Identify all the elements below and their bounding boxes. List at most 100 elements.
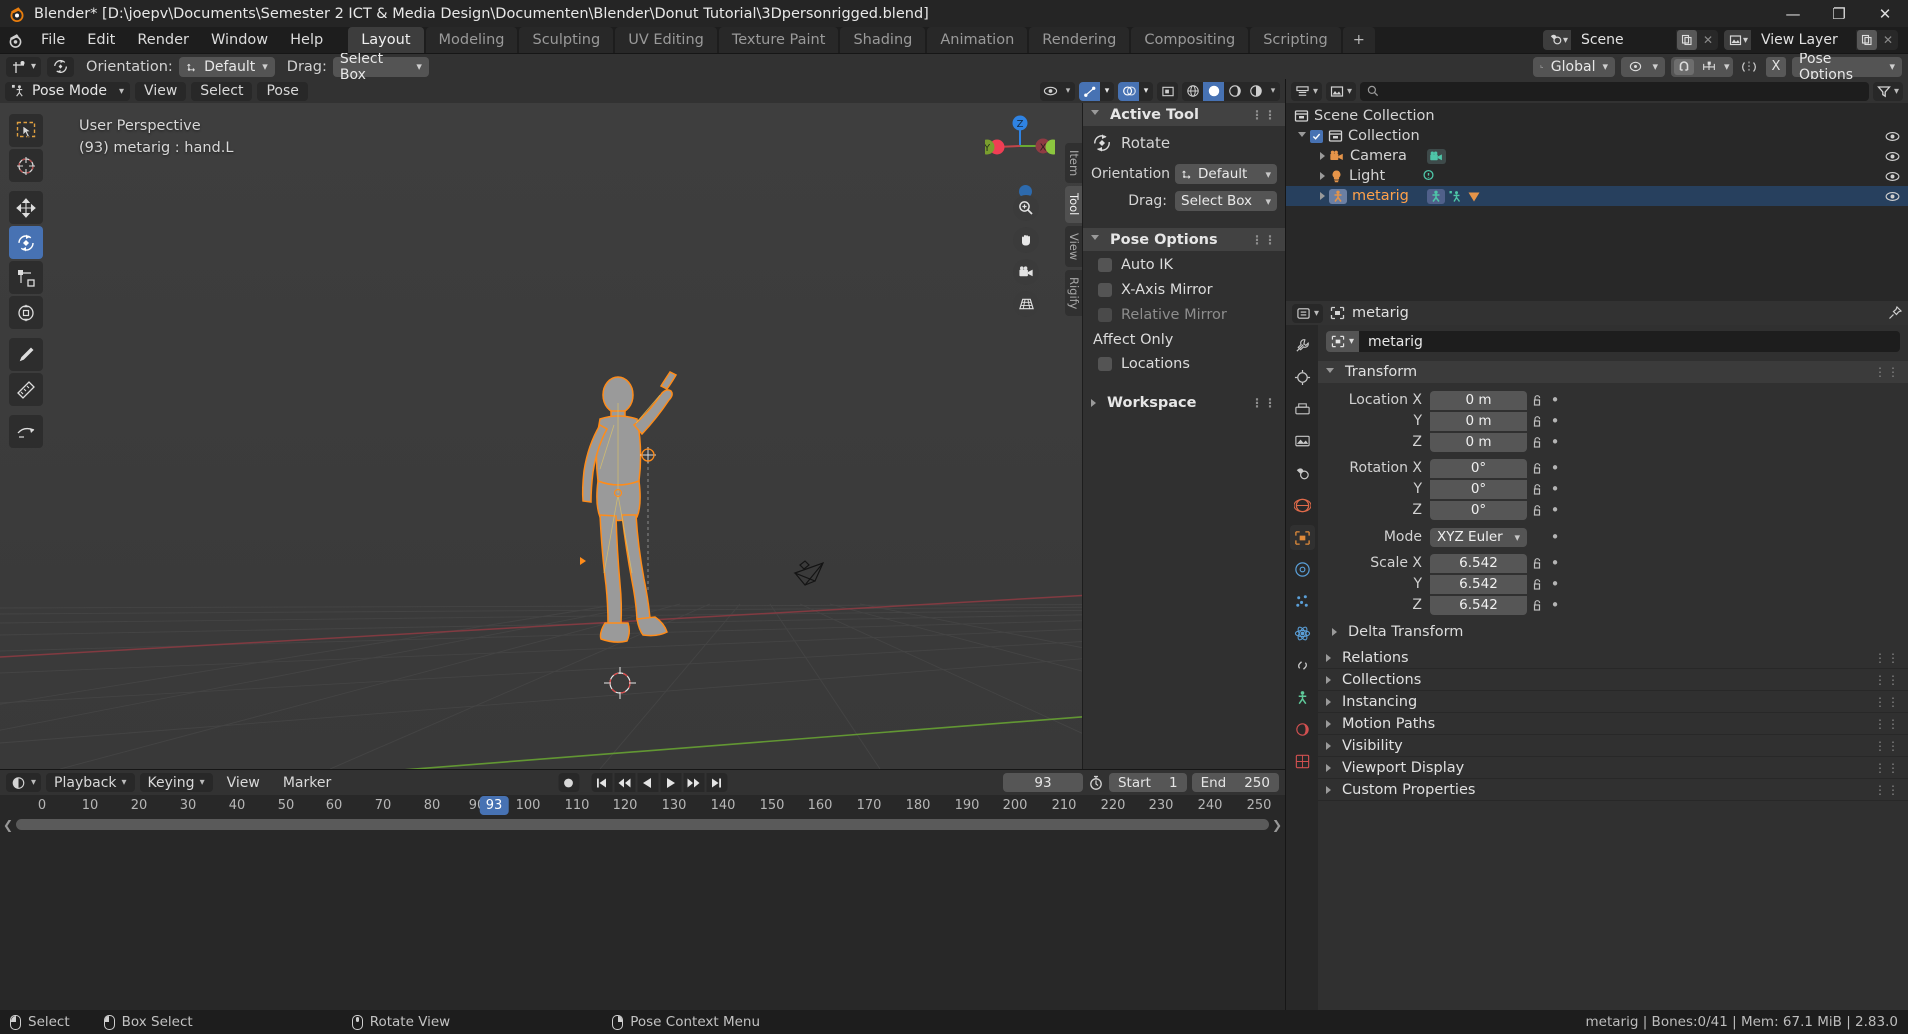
auto-ik-checkbox[interactable] bbox=[1098, 258, 1112, 272]
jump-to-end-button[interactable] bbox=[706, 773, 727, 792]
menu-file[interactable]: File bbox=[30, 27, 76, 53]
timeline-menu-view[interactable]: View bbox=[218, 775, 269, 791]
delta-transform-subpanel[interactable]: Delta Transform bbox=[1318, 620, 1908, 644]
scroll-left-icon[interactable]: ❮ bbox=[3, 818, 13, 832]
outliner-row-collection[interactable]: Collection bbox=[1286, 126, 1908, 146]
chevron-down-icon[interactable] bbox=[1298, 131, 1306, 141]
pivot-point-dropdown[interactable]: ▾ bbox=[1621, 56, 1665, 77]
tool-rotate[interactable] bbox=[9, 226, 43, 259]
visibility-eye-icon[interactable] bbox=[1885, 191, 1900, 202]
tool-measure[interactable] bbox=[9, 373, 43, 406]
workspace-tab-sculpting[interactable]: Sculpting bbox=[519, 27, 614, 53]
tab-world[interactable] bbox=[1290, 493, 1315, 518]
locations-checkbox[interactable] bbox=[1098, 357, 1112, 371]
visibility-eye-icon[interactable] bbox=[1885, 171, 1900, 182]
record-keyframe-button[interactable] bbox=[558, 773, 579, 792]
view-layer-name[interactable]: View Layer bbox=[1751, 30, 1856, 50]
location-z-field[interactable]: 0 m bbox=[1430, 432, 1527, 452]
overlays-dropdown-icon[interactable]: ▾ bbox=[1139, 81, 1153, 101]
npanel-tab-item[interactable]: Item bbox=[1065, 143, 1082, 184]
tab-render[interactable] bbox=[1290, 365, 1315, 390]
solid-shading-icon[interactable] bbox=[1203, 81, 1224, 101]
collection-checkbox[interactable] bbox=[1310, 129, 1323, 143]
panel-custom-properties[interactable]: Custom Properties ⋮⋮ bbox=[1318, 779, 1908, 801]
workspace-tab-modeling[interactable]: Modeling bbox=[425, 27, 518, 53]
active-tool-panel-header[interactable]: Active Tool ⋮⋮ bbox=[1083, 103, 1285, 126]
transform-orientation-dropdown[interactable]: Global ▾ bbox=[1533, 56, 1615, 77]
panel-motion-paths[interactable]: Motion Paths ⋮⋮ bbox=[1318, 713, 1908, 735]
camera-data-icon[interactable] bbox=[1426, 148, 1446, 164]
tab-scene[interactable] bbox=[1290, 461, 1315, 486]
workspace-tab-layout[interactable]: Layout bbox=[348, 27, 424, 53]
animate-dot-icon[interactable]: • bbox=[1547, 480, 1563, 498]
menu-help[interactable]: Help bbox=[279, 27, 334, 53]
outliner-row-scene-collection[interactable]: Scene Collection bbox=[1286, 106, 1908, 126]
view-layer-selector[interactable]: ▾ View Layer ✕ bbox=[1723, 30, 1898, 50]
rotation-z-field[interactable]: 0° bbox=[1430, 500, 1527, 520]
timeline-horizontal-scrollbar[interactable] bbox=[16, 819, 1269, 830]
lock-icon[interactable] bbox=[1527, 394, 1547, 407]
npanel-orientation-dropdown[interactable]: Default ▾ bbox=[1175, 164, 1277, 184]
frame-range-start[interactable]: Start 1 bbox=[1108, 773, 1187, 792]
tab-object[interactable] bbox=[1289, 525, 1315, 550]
menu-edit[interactable]: Edit bbox=[76, 27, 126, 53]
pan-hand-icon[interactable] bbox=[1013, 227, 1039, 253]
timeline-playhead[interactable]: 93 bbox=[479, 796, 509, 815]
npanel-tab-tool[interactable]: Tool bbox=[1065, 186, 1082, 223]
chevron-right-icon[interactable] bbox=[1320, 152, 1325, 160]
snap-target-icon[interactable] bbox=[1701, 60, 1717, 73]
new-view-layer-button[interactable] bbox=[1857, 30, 1877, 50]
lock-icon[interactable] bbox=[1527, 436, 1547, 449]
drag-handle-dots[interactable]: ⋮⋮ bbox=[1874, 365, 1900, 379]
camera-view-icon[interactable] bbox=[1013, 259, 1039, 285]
viewport-scene[interactable]: User Perspective (93) metarig : hand.L X… bbox=[0, 103, 1285, 769]
animate-dot-icon[interactable]: • bbox=[1547, 596, 1563, 614]
navigation-gizmo[interactable]: X Y Z bbox=[985, 111, 1055, 181]
location-x-field[interactable]: 0 m bbox=[1430, 390, 1527, 410]
rotation-y-field[interactable]: 0° bbox=[1430, 479, 1527, 499]
scale-z-field[interactable]: 6.542 bbox=[1430, 595, 1527, 615]
wireframe-shading-icon[interactable] bbox=[1182, 81, 1203, 101]
panel-collections[interactable]: Collections ⋮⋮ bbox=[1318, 669, 1908, 691]
drag-handle-dots[interactable]: ⋮⋮ bbox=[1251, 108, 1277, 122]
x-axis-mirror-checkbox[interactable] bbox=[1098, 283, 1112, 297]
npanel-drag-dropdown[interactable]: Select Box ▾ bbox=[1175, 191, 1277, 211]
ortho-perspective-grid-icon[interactable] bbox=[1013, 291, 1039, 317]
jump-to-prev-keyframe-button[interactable] bbox=[614, 773, 635, 792]
modifier-triangle-icon[interactable] bbox=[1467, 190, 1481, 203]
locations-row[interactable]: Locations bbox=[1098, 356, 1277, 372]
timeline-menu-playback[interactable]: Playback ▾ bbox=[46, 773, 135, 792]
npanel-tab-view[interactable]: View bbox=[1065, 225, 1082, 267]
drag-handle-dots[interactable]: ⋮⋮ bbox=[1874, 783, 1900, 797]
scroll-right-icon[interactable]: ❯ bbox=[1272, 818, 1282, 832]
play-button[interactable] bbox=[660, 773, 681, 792]
light-data-icon[interactable] bbox=[1421, 169, 1436, 183]
timeline-body[interactable]: ❮ ❯ bbox=[0, 817, 1285, 1010]
lock-icon[interactable] bbox=[1527, 557, 1547, 570]
object-icon-button[interactable]: ▾ bbox=[1326, 331, 1360, 352]
tab-physics[interactable] bbox=[1290, 621, 1315, 646]
drag-handle-dots[interactable]: ⋮⋮ bbox=[1251, 396, 1277, 410]
object-name-field[interactable]: metarig bbox=[1359, 331, 1900, 352]
tab-modifiers[interactable] bbox=[1290, 557, 1315, 582]
auto-ik-row[interactable]: Auto IK bbox=[1098, 257, 1277, 273]
lock-icon[interactable] bbox=[1527, 599, 1547, 612]
tool-cursor[interactable] bbox=[9, 149, 43, 182]
overlays-toggle-icon[interactable] bbox=[1118, 81, 1139, 101]
scale-y-field[interactable]: 6.542 bbox=[1430, 574, 1527, 594]
snapping-controls[interactable]: ▾ bbox=[1671, 56, 1733, 77]
workspace-tab-compositing[interactable]: Compositing bbox=[1131, 27, 1249, 53]
panel-relations[interactable]: Relations ⋮⋮ bbox=[1318, 647, 1908, 669]
mirror-bone-icon[interactable] bbox=[1739, 59, 1759, 75]
menu-window[interactable]: Window bbox=[200, 27, 279, 53]
mode-dropdown[interactable]: Pose Mode ▾ bbox=[5, 81, 131, 101]
drag-handle-dots[interactable]: ⋮⋮ bbox=[1874, 695, 1900, 709]
xray-toggle-icon[interactable] bbox=[1157, 81, 1178, 101]
armature-data-icon[interactable] bbox=[1426, 188, 1445, 204]
panel-viewport-display[interactable]: Viewport Display ⋮⋮ bbox=[1318, 757, 1908, 779]
workspace-tab-animation[interactable]: Animation bbox=[927, 27, 1028, 53]
x-axis-mirror-row[interactable]: X-Axis Mirror bbox=[1098, 282, 1277, 298]
object-visibility-icon[interactable] bbox=[1040, 81, 1061, 101]
x-mirror-toggle[interactable]: X bbox=[1766, 56, 1786, 77]
tab-particles[interactable] bbox=[1290, 589, 1315, 614]
